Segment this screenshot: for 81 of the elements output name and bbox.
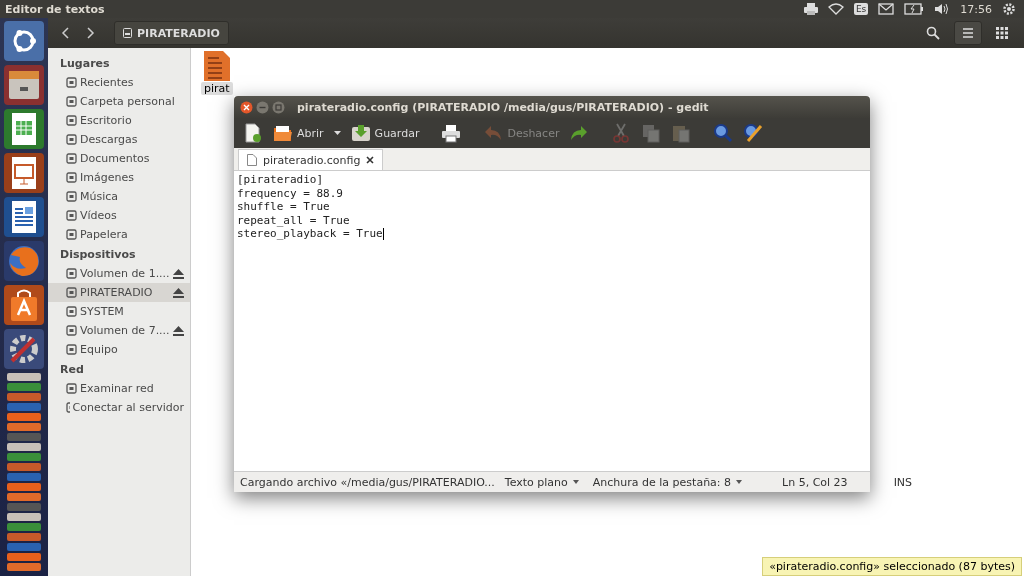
document-icon[interactable] [4, 197, 44, 237]
sidebar-heading: Dispositivos [59, 247, 137, 263]
insert-mode: INS [893, 475, 913, 489]
text-file-icon [203, 51, 230, 81]
ubuntu-logo-icon[interactable] [4, 21, 44, 61]
search-icon [713, 123, 734, 143]
code-line: repeat_all = True [237, 213, 350, 227]
file-cabinet-icon[interactable] [4, 65, 44, 105]
sidebar-item[interactable]: Papelera [48, 225, 190, 244]
save-icon [350, 123, 371, 143]
cursor-position: Ln 5, Col 23 [782, 475, 848, 489]
sidebar-item[interactable]: Examinar red [48, 379, 190, 398]
code-line: shuffle = True [237, 200, 330, 214]
close-icon[interactable] [240, 100, 253, 114]
clock[interactable]: 17:56 [960, 2, 992, 16]
spreadsheet-icon[interactable] [4, 109, 44, 149]
sidebar-item[interactable]: Volumen de 1.... [48, 264, 190, 283]
folder-icon [273, 123, 293, 143]
volume-icon[interactable] [934, 3, 951, 15]
mail-icon[interactable] [878, 3, 895, 15]
stacked-launcher-icons-drawing[interactable] [4, 373, 44, 573]
paste-icon [671, 123, 692, 143]
caret-icon [736, 480, 743, 484]
grid-view-icon[interactable] [996, 27, 1008, 39]
sidebar-item[interactable]: Escritorio [48, 111, 190, 130]
presentation-icon[interactable] [4, 153, 44, 193]
sidebar-heading: Lugares [59, 56, 111, 72]
path-button[interactable]: PIRATERADIO [114, 21, 229, 45]
sidebar-item[interactable]: Documentos [48, 149, 190, 168]
window-title: pirateradio.config (PIRATERADIO /media/gus/PIRATERADIO) - gedit [297, 100, 709, 114]
fox-globe-icon[interactable] [4, 241, 44, 281]
window-title: Editor de textos [5, 2, 105, 16]
drive-icon [123, 28, 132, 38]
sidebar-item[interactable]: SYSTEM [48, 302, 190, 321]
caret-icon [572, 480, 579, 484]
wifi-icon[interactable] [827, 3, 844, 15]
scissors-icon [611, 123, 632, 143]
selection-status: «pirateradio.config» seleccionado (87 bytes) [762, 557, 1022, 576]
tab-width-dropdown[interactable]: Anchura de la pestaña: 8 [588, 475, 747, 489]
text-area[interactable]: [pirateradio] frequency = 88.9 shuffle = True repeat_all = True stereo_playback = True [234, 171, 870, 471]
find-replace-icon [743, 123, 764, 143]
sidebar-item[interactable]: Vídeos [48, 206, 190, 225]
sidebar-item[interactable]: Carpeta personal [48, 92, 190, 111]
battery-icon[interactable] [904, 3, 925, 15]
code-line: stereo_playback = True [237, 227, 384, 241]
status-message: Cargando archivo «/media/gus/PIRATERADIO... [240, 475, 495, 489]
open-button[interactable]: Abrir [270, 121, 344, 145]
copy-icon [641, 123, 662, 143]
settings-icon[interactable] [4, 329, 44, 369]
printer-icon[interactable] [803, 3, 818, 15]
sidebar-item[interactable]: Equipo [48, 340, 190, 359]
file-name[interactable]: pirat [201, 82, 233, 95]
sidebar-item[interactable]: Conectar al servidor [48, 398, 190, 417]
document-icon [247, 154, 257, 166]
document-tab[interactable]: pirateradio.config [238, 149, 384, 170]
sidebar-heading: Red [59, 362, 85, 378]
sidebar-item[interactable]: PIRATERADIO [48, 283, 190, 302]
sidebar-item[interactable]: Volumen de 7.... [48, 321, 190, 340]
printer-icon [441, 123, 462, 143]
code-line: [pirateradio] [237, 173, 324, 187]
sidebar-item[interactable]: Descargas [48, 130, 190, 149]
gear-icon[interactable] [1002, 2, 1016, 16]
search-icon[interactable] [926, 26, 940, 40]
eject-icon[interactable] [173, 325, 184, 336]
forward-icon [87, 27, 95, 39]
shopping-bag-icon[interactable] [4, 285, 44, 325]
back-icon [61, 27, 69, 39]
language-dropdown[interactable]: Texto plano [500, 475, 583, 489]
save-button[interactable]: Guardar [347, 121, 423, 145]
keyboard-layout-indicator[interactable]: Es [853, 3, 869, 15]
new-document-icon [243, 123, 263, 143]
sidebar-item[interactable]: Música [48, 187, 190, 206]
eject-icon[interactable] [173, 268, 184, 279]
sidebar-item[interactable]: Imágenes [48, 168, 190, 187]
eject-icon[interactable] [173, 287, 184, 298]
menu-button[interactable] [954, 21, 982, 45]
close-icon[interactable] [366, 156, 375, 164]
sidebar-item[interactable]: Recientes [48, 73, 190, 92]
caret-icon[interactable] [333, 131, 341, 135]
code-line: frequency = 88.9 [237, 186, 343, 200]
menu-icon [962, 28, 974, 38]
